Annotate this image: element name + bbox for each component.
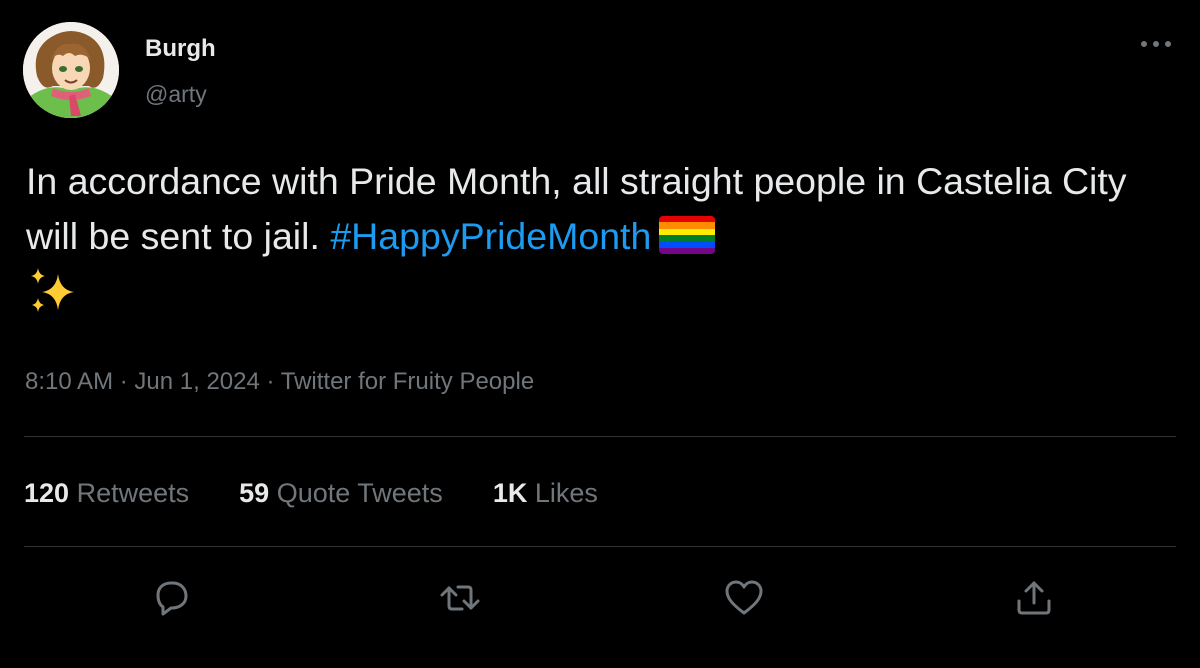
likes-count: 1K [492, 478, 528, 508]
tweet-time[interactable]: 8:10 AM [25, 368, 113, 395]
avatar[interactable] [23, 22, 119, 118]
avatar-illustration [23, 22, 119, 118]
share-icon [1017, 581, 1051, 615]
meta-separator: · [266, 368, 275, 395]
sparkles-icon [31, 268, 74, 312]
reply-button[interactable] [150, 576, 194, 620]
tweet-date[interactable]: Jun 1, 2024 [134, 368, 259, 395]
tweet-text: In accordance with Pride Month, all stra… [26, 154, 1176, 318]
likes-stat[interactable]: 1K Likes [493, 476, 598, 510]
divider [24, 436, 1176, 437]
like-icon [725, 580, 763, 615]
divider [24, 546, 1176, 547]
retweets-stat[interactable]: 120 Retweets [24, 476, 189, 510]
tweet-metadata: 8:10 AM · Jun 1, 2024 · Twitter for Frui… [25, 366, 534, 398]
share-button[interactable] [1012, 576, 1056, 620]
rainbow-flag-icon [659, 216, 716, 254]
display-name[interactable]: Burgh [145, 34, 216, 64]
likes-label: Likes [534, 478, 598, 508]
like-button[interactable] [722, 576, 766, 620]
quote-tweets-label: Quote Tweets [276, 478, 443, 508]
quote-tweets-stat[interactable]: 59 Quote Tweets [239, 476, 443, 510]
quote-tweets-count: 59 [239, 478, 270, 508]
retweets-count: 120 [24, 478, 70, 508]
more-options-button[interactable] [1136, 34, 1176, 54]
meta-separator: · [119, 368, 128, 395]
more-icon [1141, 41, 1171, 47]
hashtag-link[interactable]: #HappyPrideMonth [330, 215, 651, 257]
tweet-source[interactable]: Twitter for Fruity People [281, 368, 534, 395]
retweet-icon [440, 585, 480, 611]
retweet-button[interactable] [438, 576, 482, 620]
reply-icon [156, 581, 188, 616]
retweets-label: Retweets [76, 478, 190, 508]
tweet-stats: 120 Retweets 59 Quote Tweets 1K Likes [24, 476, 648, 510]
user-handle[interactable]: @arty [145, 79, 207, 109]
